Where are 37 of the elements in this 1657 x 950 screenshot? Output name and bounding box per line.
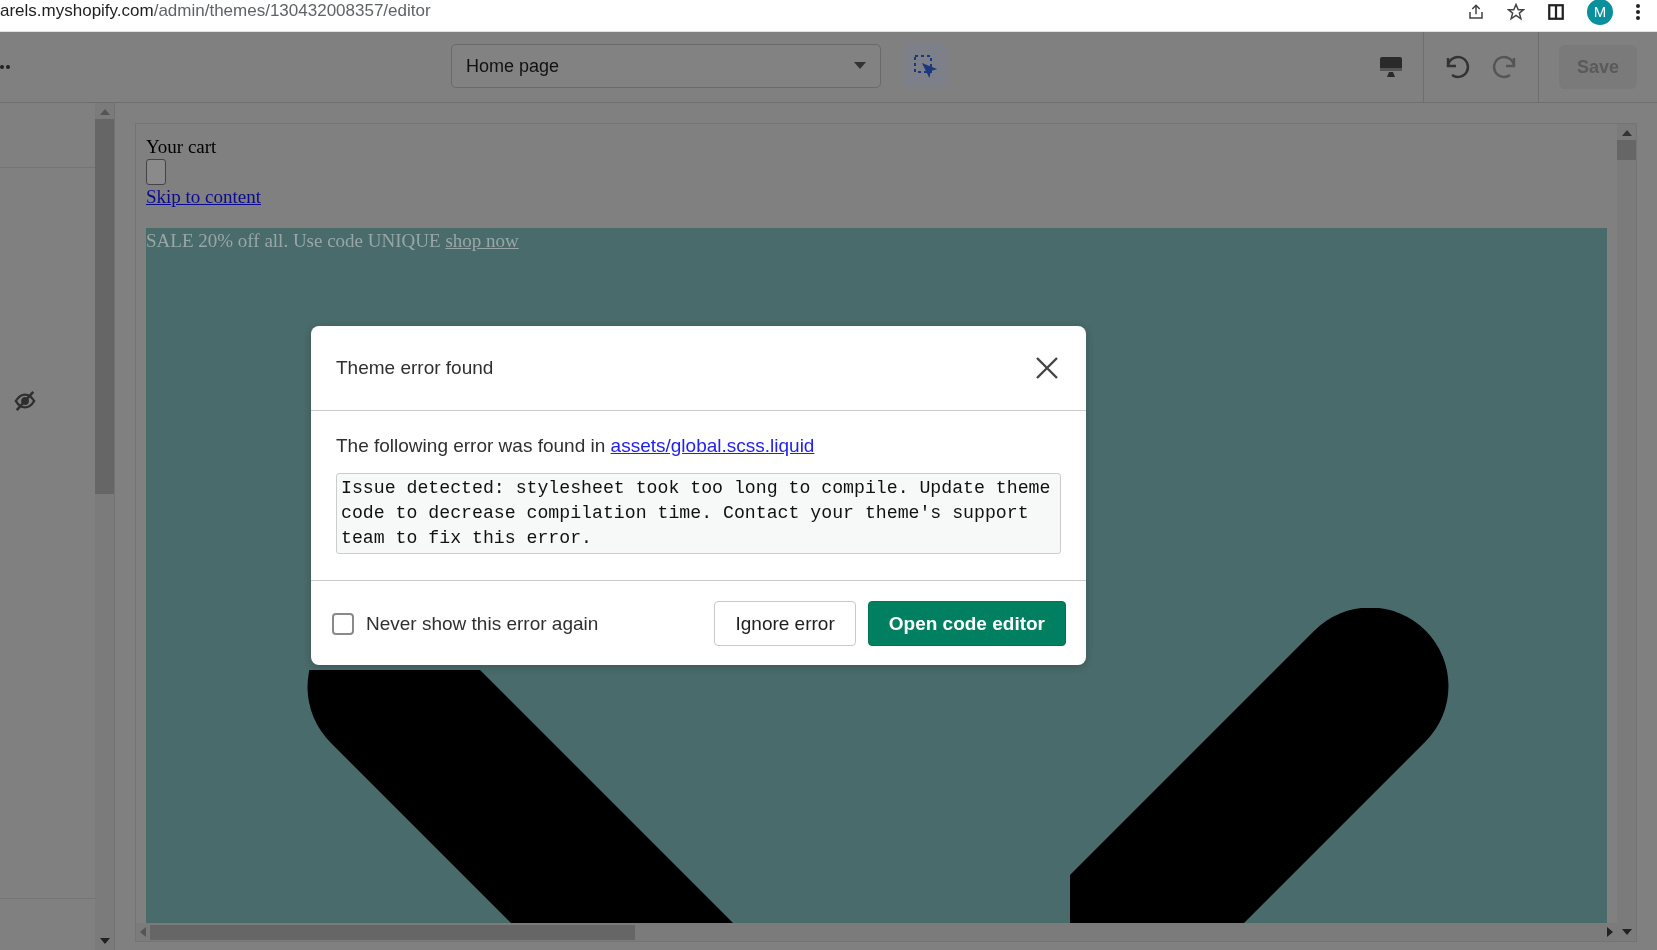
scrollbar-thumb[interactable] xyxy=(95,119,114,494)
dialog-title: Theme error found xyxy=(336,357,494,379)
scroll-up-icon[interactable] xyxy=(99,109,110,115)
skip-link[interactable]: Skip to content xyxy=(146,186,262,208)
share-icon[interactable] xyxy=(1467,2,1485,21)
caret-icon xyxy=(854,62,866,70)
announcement-text: SALE 20% off all. Use code UNIQUE shop now xyxy=(146,229,520,252)
cart-button[interactable] xyxy=(146,159,166,185)
profile-avatar[interactable]: M xyxy=(1587,0,1613,25)
scroll-right-icon[interactable] xyxy=(1607,927,1613,937)
error-message: Issue detected: stylesheet took too long to compile. Update theme code to decrease compilation time. Contact your theme's support team to fix this error. xyxy=(336,473,1061,554)
scroll-down-icon[interactable] xyxy=(1621,929,1632,935)
address-bar-url[interactable]: arels.myshopify.com/admin/themes/130432008357/editor xyxy=(0,0,1467,21)
close-icon xyxy=(1036,357,1058,379)
scroll-up-icon[interactable] xyxy=(1621,130,1632,136)
error-intro: The following error was found in assets/global.scss.liquid xyxy=(336,435,816,457)
page-select[interactable]: Home page xyxy=(451,44,881,88)
sidebar-scrollbar[interactable] xyxy=(95,103,114,950)
cursor-select-icon xyxy=(913,54,937,78)
open-code-editor-button[interactable]: Open code editor xyxy=(867,601,1066,646)
star-icon[interactable] xyxy=(1507,2,1525,21)
hidden-eye-icon[interactable] xyxy=(14,390,36,412)
cart-title: Your cart xyxy=(146,136,218,158)
preview-scrollbar[interactable] xyxy=(1617,124,1636,941)
scroll-down-icon[interactable] xyxy=(99,938,110,944)
scrollbar-thumb[interactable] xyxy=(1617,140,1636,160)
horizontal-scrollbar[interactable] xyxy=(136,923,1617,941)
side-panel-icon[interactable] xyxy=(1547,2,1565,21)
ignore-error-button[interactable]: Ignore error xyxy=(714,601,856,646)
select-tool-button[interactable] xyxy=(903,44,947,88)
file-link[interactable]: assets/global.scss.liquid xyxy=(610,435,815,456)
desktop-icon[interactable] xyxy=(1378,56,1403,78)
checkbox-label[interactable]: Never show this error again xyxy=(366,612,599,635)
never-show-checkbox[interactable] xyxy=(332,612,354,635)
more-icon[interactable] xyxy=(1635,2,1641,21)
scrollbar-thumb[interactable] xyxy=(150,924,635,940)
scroll-left-icon[interactable] xyxy=(140,927,146,937)
